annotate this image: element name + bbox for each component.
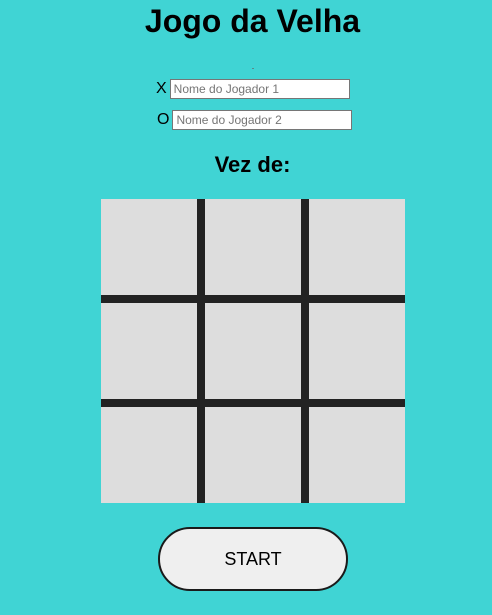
player-1-name-input[interactable] [169,79,350,99]
board-cell-4[interactable] [205,303,301,399]
game-board [101,199,405,503]
board-cell-8[interactable] [309,407,405,503]
player-1-symbol: X [156,80,167,97]
board-cell-1[interactable] [205,199,301,295]
player-2-row: O [157,110,353,130]
player-2-name-input[interactable] [172,110,353,130]
decorative-dot [252,68,254,69]
board-cell-3[interactable] [101,303,197,399]
turn-label: Vez de: [214,152,291,177]
start-button[interactable]: START [158,527,348,591]
board-cell-7[interactable] [205,407,301,503]
turn-indicator: Vez de: [0,152,492,178]
board-cell-0[interactable] [101,199,197,295]
game-title: Jogo da Velha [144,3,361,39]
player-2-symbol: O [157,111,170,128]
board-cell-6[interactable] [101,407,197,503]
board-cell-5[interactable] [309,303,405,399]
board-cell-2[interactable] [309,199,405,295]
player-1-row: X [156,79,350,99]
